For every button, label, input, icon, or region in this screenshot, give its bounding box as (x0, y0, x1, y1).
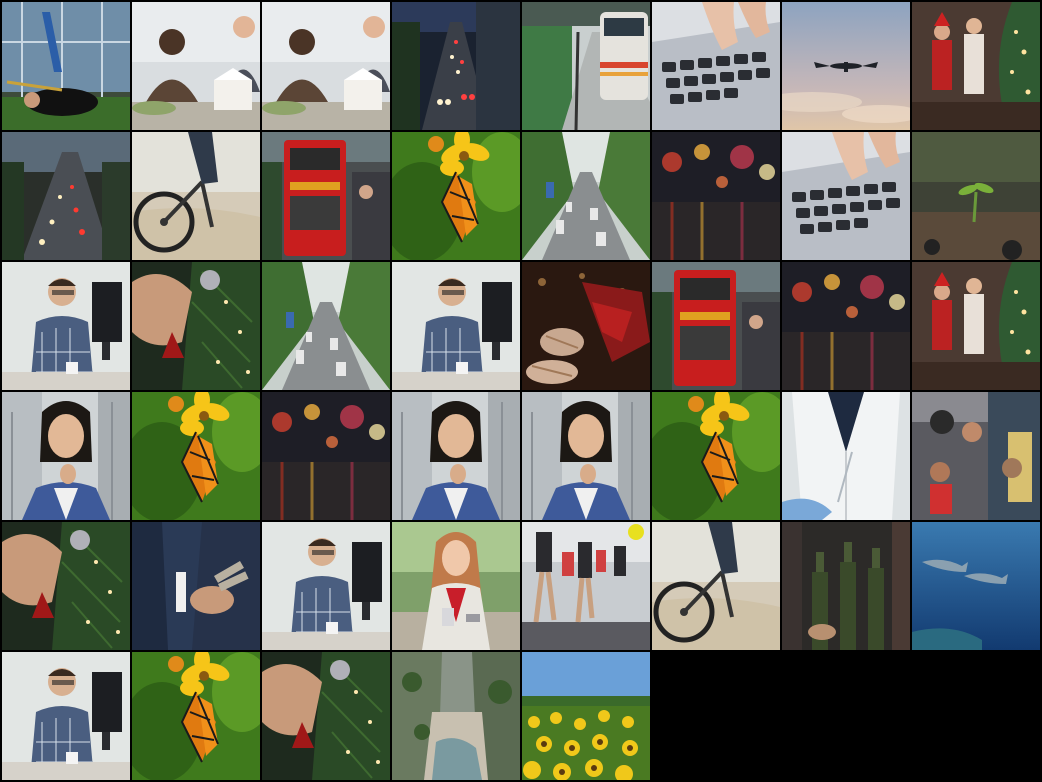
double-decker-bus-thumbnail-image (262, 132, 390, 260)
christmas-family-thumbnail[interactable] (912, 2, 1040, 130)
butterfly-flower-thumbnail[interactable] (652, 392, 780, 520)
train-station-thumbnail-image (522, 2, 650, 130)
woman-with-phone-thumbnail[interactable] (392, 522, 520, 650)
woman-with-phone-thumbnail-image (392, 522, 520, 650)
christmas-family-thumbnail[interactable] (912, 262, 1040, 390)
canyon-stream-thumbnail-image (392, 652, 520, 780)
rainy-street-lights-thumbnail[interactable] (782, 262, 910, 390)
marathon-runners-thumbnail-image (522, 522, 650, 650)
man-at-desk-thumbnail-image (2, 262, 130, 390)
mountain-bike-thumbnail-image (652, 522, 780, 650)
laptop-typing-thumbnail[interactable] (652, 2, 780, 130)
butterfly-flower-thumbnail[interactable] (392, 132, 520, 260)
butterfly-flower-thumbnail[interactable] (132, 392, 260, 520)
woman-thinking-thumbnail-image (392, 392, 520, 520)
gym-workout-thumbnail[interactable] (2, 2, 130, 130)
woman-thinking-thumbnail[interactable] (522, 392, 650, 520)
rainy-street-lights-thumbnail-image (652, 132, 780, 260)
seedling-soil-thumbnail-image (912, 132, 1040, 260)
cozy-socks-thumbnail[interactable] (522, 262, 650, 390)
double-decker-bus-thumbnail-image (652, 262, 780, 390)
christmas-ornament-thumbnail[interactable] (132, 262, 260, 390)
night-traffic-thumbnail[interactable] (392, 2, 520, 130)
double-decker-bus-thumbnail[interactable] (262, 132, 390, 260)
man-at-desk-thumbnail-image (392, 262, 520, 390)
laptop-typing-thumbnail-image (782, 132, 910, 260)
christmas-ornament-thumbnail-image (262, 652, 390, 780)
christmas-ornament-thumbnail[interactable] (262, 652, 390, 780)
christmas-ornament-thumbnail-image (2, 522, 130, 650)
video-thumbnail-grid (0, 0, 1042, 782)
rainy-street-lights-thumbnail[interactable] (652, 132, 780, 260)
rainy-street-lights-thumbnail-image (262, 392, 390, 520)
tree-lined-road-thumbnail[interactable] (522, 132, 650, 260)
airplane-sky-thumbnail[interactable] (782, 2, 910, 130)
woman-thinking-thumbnail[interactable] (2, 392, 130, 520)
butterfly-flower-thumbnail-image (132, 652, 260, 780)
office-meeting-thumbnail-image (132, 2, 260, 130)
double-decker-bus-thumbnail[interactable] (652, 262, 780, 390)
christmas-family-thumbnail-image (912, 2, 1040, 130)
office-meeting-thumbnail[interactable] (262, 2, 390, 130)
butterfly-flower-thumbnail[interactable] (132, 652, 260, 780)
marathon-runners-thumbnail[interactable] (522, 522, 650, 650)
man-at-desk-thumbnail[interactable] (2, 652, 130, 780)
man-at-desk-thumbnail[interactable] (2, 262, 130, 390)
butterfly-flower-thumbnail-image (392, 132, 520, 260)
mountain-bike-thumbnail[interactable] (132, 132, 260, 260)
cozy-socks-thumbnail-image (522, 262, 650, 390)
butterfly-flower-thumbnail-image (132, 392, 260, 520)
christmas-ornament-thumbnail-image (132, 262, 260, 390)
seedling-soil-thumbnail[interactable] (912, 132, 1040, 260)
bottles-thumbnail-image (782, 522, 910, 650)
sunflower-field-thumbnail[interactable] (522, 652, 650, 780)
train-station-thumbnail[interactable] (522, 2, 650, 130)
children-on-bus-thumbnail[interactable] (912, 392, 1040, 520)
lab-coat-thumbnail-image (782, 392, 910, 520)
children-on-bus-thumbnail-image (912, 392, 1040, 520)
tree-lined-road-thumbnail-image (262, 262, 390, 390)
sharks-underwater-thumbnail-image (912, 522, 1040, 650)
woman-thinking-thumbnail-image (2, 392, 130, 520)
tree-lined-road-thumbnail-image (522, 132, 650, 260)
laptop-typing-thumbnail[interactable] (782, 132, 910, 260)
woman-thinking-thumbnail-image (522, 392, 650, 520)
mountain-bike-thumbnail-image (132, 132, 260, 260)
canyon-stream-thumbnail[interactable] (392, 652, 520, 780)
sunflower-field-thumbnail-image (522, 652, 650, 780)
mountain-bike-thumbnail[interactable] (652, 522, 780, 650)
christmas-ornament-thumbnail[interactable] (2, 522, 130, 650)
airplane-sky-thumbnail-image (782, 2, 910, 130)
butterfly-flower-thumbnail-image (652, 392, 780, 520)
counting-money-thumbnail-image (132, 522, 260, 650)
evening-traffic-thumbnail-image (2, 132, 130, 260)
tree-lined-road-thumbnail[interactable] (262, 262, 390, 390)
man-at-desk-thumbnail-image (2, 652, 130, 780)
man-at-desk-thumbnail[interactable] (262, 522, 390, 650)
woman-thinking-thumbnail[interactable] (392, 392, 520, 520)
counting-money-thumbnail[interactable] (132, 522, 260, 650)
lab-coat-thumbnail[interactable] (782, 392, 910, 520)
sharks-underwater-thumbnail[interactable] (912, 522, 1040, 650)
bottles-thumbnail[interactable] (782, 522, 910, 650)
night-traffic-thumbnail-image (392, 2, 520, 130)
christmas-family-thumbnail-image (912, 262, 1040, 390)
office-meeting-thumbnail-image (262, 2, 390, 130)
office-meeting-thumbnail[interactable] (132, 2, 260, 130)
rainy-street-lights-thumbnail-image (782, 262, 910, 390)
rainy-street-lights-thumbnail[interactable] (262, 392, 390, 520)
man-at-desk-thumbnail[interactable] (392, 262, 520, 390)
gym-workout-thumbnail-image (2, 2, 130, 130)
evening-traffic-thumbnail[interactable] (2, 132, 130, 260)
man-at-desk-thumbnail-image (262, 522, 390, 650)
laptop-typing-thumbnail-image (652, 2, 780, 130)
